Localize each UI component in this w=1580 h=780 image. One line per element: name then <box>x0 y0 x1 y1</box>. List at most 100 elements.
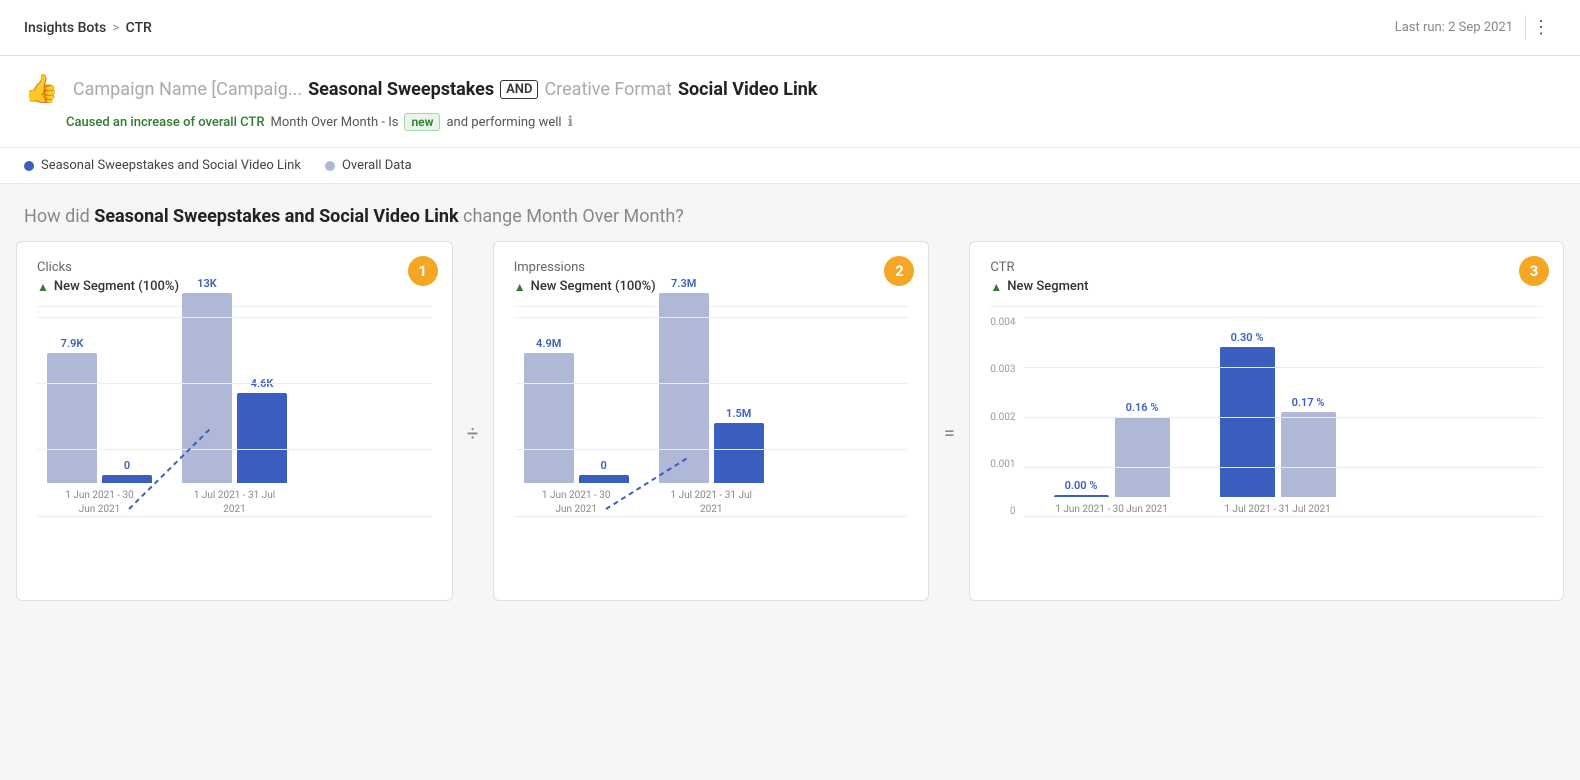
creative-format-value: Social Video Link <box>678 79 817 100</box>
last-run-text: Last run: 2 Sep 2021 <box>1395 20 1513 35</box>
clicks-light-val-1: 7.9K <box>61 337 84 350</box>
imp-light-bar-1: 4.9M <box>524 337 574 483</box>
ctr-group-1: 0.00 % 0.16 % 1 Jun 2021 - 30 Jun 2021 <box>1054 401 1170 517</box>
mom-text: Month Over Month - Is <box>271 115 399 130</box>
clicks-bars-1: 7.9K 0 <box>47 337 152 483</box>
imp-dark-bar-1: 0 <box>579 459 629 483</box>
imp-dark-val-2: 1.5M <box>726 407 751 420</box>
impressions-badge: 2 <box>884 256 914 286</box>
impressions-group-1: 4.9M 0 1 Jun 2021 - 30Jun 2021 <box>524 337 629 517</box>
impressions-segment: New Segment (100%) <box>531 279 656 294</box>
ctr-date-1: 1 Jun 2021 - 30 Jun 2021 <box>1055 503 1168 517</box>
impressions-bars-container: 4.9M 0 1 Jun 2021 - 30Jun 2021 7.3M <box>514 317 909 517</box>
legend-dot-1 <box>24 161 34 171</box>
section-question: How did Seasonal Sweepstakes and Social … <box>0 184 1580 241</box>
ctr-segment: New Segment <box>1007 279 1088 294</box>
imp-light-rect-2 <box>659 293 709 483</box>
clicks-bar-chart: 7.9K 0 1 Jun 2021 - 30Jun 2021 <box>37 317 432 547</box>
clicks-dark-bar-1: 0 <box>102 459 152 483</box>
question-suffix: change Month Over Month? <box>463 206 684 227</box>
ctr-y-2: 0.002 <box>990 412 1015 423</box>
impressions-bar-chart: 4.9M 0 1 Jun 2021 - 30Jun 2021 7.3M <box>514 317 909 547</box>
legend-row: Seasonal Sweepstakes and Social Video Li… <box>0 148 1580 184</box>
ctr-label: CTR <box>990 260 1543 275</box>
impressions-bars-1: 4.9M 0 <box>524 337 629 483</box>
clicks-badge: 1 <box>408 256 438 286</box>
insight-subtitle: Caused an increase of overall CTR Month … <box>66 113 1556 131</box>
insight-title: Campaign Name [Campaig... Seasonal Sweep… <box>73 79 818 100</box>
top-bar-right: Last run: 2 Sep 2021 ⋮ <box>1395 15 1556 40</box>
breadcrumb: Insights Bots > CTR <box>24 20 152 36</box>
ctr-dark-val-2: 0.30 % <box>1231 331 1264 344</box>
impressions-arrow-up: ▲ <box>514 280 526 294</box>
question-bold: Seasonal Sweepstakes and Social Video Li… <box>94 206 458 227</box>
more-menu-icon[interactable]: ⋮ <box>1525 15 1556 40</box>
imp-dark-rect-2 <box>714 423 764 483</box>
legend-item-1: Seasonal Sweepstakes and Social Video Li… <box>24 158 301 173</box>
ctr-y-0: 0 <box>1010 506 1016 517</box>
charts-row: 1 Clicks ▲ New Segment (100%) 7.9K <box>0 241 1580 617</box>
clicks-light-bar-2: 13K <box>182 277 232 483</box>
ctr-bars-2: 0.30 % 0.17 % <box>1220 331 1336 497</box>
ctr-date-2: 1 Jul 2021 - 31 Jul 2021 <box>1224 503 1330 517</box>
ctr-chart-card: 3 CTR ▲ New Segment 0.004 0.003 0.002 0.… <box>969 241 1564 601</box>
thumbs-up-icon: 👍 <box>24 72 59 105</box>
ctr-light-bar-1: 0.16 % <box>1115 401 1170 497</box>
clicks-label: Clicks <box>37 260 432 275</box>
clicks-dark-rect-1 <box>102 475 152 483</box>
ctr-light-val-1: 0.16 % <box>1126 401 1159 414</box>
ctr-y-3: 0.003 <box>990 364 1015 375</box>
clicks-dark-bar-2: 4.6K <box>237 377 287 483</box>
ctr-y-1: 0.001 <box>990 459 1015 470</box>
clicks-dark-val-2: 4.6K <box>251 377 274 390</box>
legend-label-1: Seasonal Sweepstakes and Social Video Li… <box>41 158 301 173</box>
ctr-bars-area: 0.00 % 0.16 % 1 Jun 2021 - 30 Jun 2021 <box>1024 317 1543 547</box>
imp-light-rect-1 <box>524 353 574 483</box>
clicks-bars-container: 7.9K 0 1 Jun 2021 - 30Jun 2021 <box>37 317 432 517</box>
imp-dark-bar-2: 1.5M <box>714 407 764 483</box>
info-icon[interactable]: ℹ <box>568 114 573 130</box>
breadcrumb-separator: > <box>112 20 119 36</box>
imp-light-val-2: 7.3M <box>671 277 696 290</box>
imp-dark-val-1: 0 <box>601 459 607 472</box>
clicks-light-rect-2 <box>182 293 232 483</box>
legend-label-2: Overall Data <box>342 158 412 173</box>
insight-header: 👍 Campaign Name [Campaig... Seasonal Swe… <box>0 56 1580 148</box>
ctr-badge: 3 <box>1519 256 1549 286</box>
ctr-bar-chart: 0.004 0.003 0.002 0.001 0 <box>990 317 1543 547</box>
cause-text: Caused an increase of overall CTR <box>66 115 265 130</box>
campaign-value: Seasonal Sweepstakes <box>308 79 494 100</box>
imp-date-2: 1 Jul 2021 - 31 Jul2021 <box>670 489 751 517</box>
new-badge: new <box>404 113 440 131</box>
top-bar: Insights Bots > CTR Last run: 2 Sep 2021… <box>0 0 1580 56</box>
impressions-chart-card: 2 Impressions ▲ New Segment (100%) 4.9M <box>493 241 930 601</box>
equals-operator: = <box>929 241 969 445</box>
breadcrumb-parent[interactable]: Insights Bots <box>24 20 106 36</box>
ctr-dark-rect-2 <box>1220 347 1275 497</box>
divide-operator: ÷ <box>453 241 493 445</box>
ctr-segment-row: ▲ New Segment <box>990 279 1543 294</box>
clicks-light-bar-1: 7.9K <box>47 337 97 483</box>
performing-text: and performing well <box>446 115 561 130</box>
insight-title-row: 👍 Campaign Name [Campaig... Seasonal Swe… <box>24 74 1556 105</box>
impressions-group-2: 7.3M 1.5M 1 Jul 2021 - 31 Jul2021 <box>659 277 764 517</box>
imp-light-val-1: 4.9M <box>536 337 561 350</box>
ctr-y-axis: 0.004 0.003 0.002 0.001 0 <box>990 317 1023 517</box>
ctr-light-rect-2 <box>1281 412 1336 497</box>
imp-light-bar-2: 7.3M <box>659 277 709 483</box>
creative-format-label: Creative Format <box>544 79 671 100</box>
clicks-group-1: 7.9K 0 1 Jun 2021 - 30Jun 2021 <box>47 337 152 517</box>
clicks-group-2: 13K 4.6K 1 Jul 2021 - 31 Jul2021 <box>182 277 287 517</box>
ctr-dark-val-1: 0.00 % <box>1065 479 1098 492</box>
ctr-dark-bar-2: 0.30 % <box>1220 331 1275 497</box>
clicks-segment: New Segment (100%) <box>54 279 179 294</box>
clicks-light-val-2: 13K <box>197 277 217 290</box>
imp-dark-rect-1 <box>579 475 629 483</box>
clicks-dark-val-1: 0 <box>124 459 130 472</box>
ctr-bars-container: 0.00 % 0.16 % 1 Jun 2021 - 30 Jun 2021 <box>1024 317 1543 517</box>
ctr-arrow-up: ▲ <box>990 280 1002 294</box>
clicks-dark-rect-2 <box>237 393 287 483</box>
question-prefix: How did <box>24 206 90 227</box>
clicks-bars-2: 13K 4.6K <box>182 277 287 483</box>
clicks-date-2: 1 Jul 2021 - 31 Jul2021 <box>194 489 275 517</box>
